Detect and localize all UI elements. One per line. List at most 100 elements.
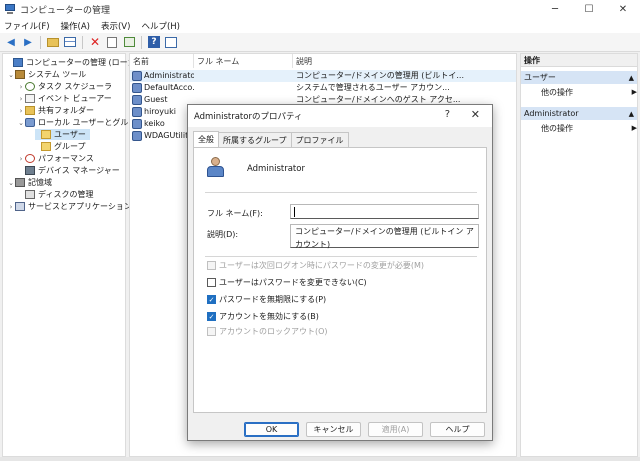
account-disabled-checkbox[interactable]: ✓ アカウントを無効にする(B) xyxy=(207,311,319,322)
column-header-description[interactable]: 説明 xyxy=(293,54,423,68)
action-group-users[interactable]: ユーザー ▲ xyxy=(521,71,637,84)
tree-event-viewer[interactable]: › イベント ビューアー xyxy=(17,93,112,104)
submenu-arrow-icon: ▶ xyxy=(631,88,637,96)
expand-chevron-icon[interactable]: › xyxy=(17,107,25,115)
folder-up-icon xyxy=(47,37,59,47)
dialog-title: Administratorのプロパティ xyxy=(194,112,303,122)
cannot-change-password-checkbox[interactable]: ユーザーはパスワードを変更できない(C) xyxy=(207,277,367,288)
fullname-label: フル ネーム(F): xyxy=(207,209,263,218)
menu-file[interactable]: ファイル(F) xyxy=(4,20,50,32)
user-account-icon xyxy=(205,157,227,179)
close-window-button[interactable]: ✕ xyxy=(606,0,640,18)
users-icon xyxy=(25,118,35,127)
event-viewer-icon xyxy=(25,94,35,103)
expand-chevron-icon[interactable]: › xyxy=(17,83,25,91)
menu-view[interactable]: 表示(V) xyxy=(101,20,130,32)
horizontal-scrollbar[interactable] xyxy=(0,457,640,461)
action-group-administrator[interactable]: Administrator ▲ xyxy=(521,107,637,120)
user-icon xyxy=(132,119,142,129)
more-actions-users[interactable]: 他の操作 ▶ xyxy=(541,86,637,98)
action-pane-title: 操作 xyxy=(521,54,637,67)
tree-system-tools[interactable]: ⌄ システム ツール xyxy=(7,69,86,80)
performance-icon xyxy=(25,154,35,163)
menu-help[interactable]: ヘルプ(H) xyxy=(141,20,180,32)
tree-services-apps[interactable]: › サービスとアプリケーション xyxy=(7,201,132,212)
show-hide-tree-button[interactable] xyxy=(63,35,77,49)
collapse-chevron-icon[interactable]: ⌄ xyxy=(7,179,15,187)
tree-groups[interactable]: グループ xyxy=(35,141,86,152)
collapse-chevron-icon[interactable]: ⌄ xyxy=(7,71,15,79)
back-arrow-icon[interactable]: ◀ xyxy=(4,35,18,49)
account-locked-out-checkbox[interactable]: アカウントのロックアウト(O) xyxy=(207,326,328,337)
storage-icon xyxy=(15,178,25,187)
submenu-arrow-icon: ▶ xyxy=(631,124,637,132)
help-icon: ? xyxy=(148,36,160,48)
user-icon xyxy=(132,95,142,105)
shared-folder-icon xyxy=(25,106,35,115)
password-never-expires-checkbox[interactable]: ✓ パスワードを無期限にする(P) xyxy=(207,294,326,305)
more-actions-administrator[interactable]: 他の操作 ▶ xyxy=(541,122,637,134)
action-pane-button[interactable] xyxy=(164,35,178,49)
delete-icon[interactable]: ✕ xyxy=(88,35,102,49)
tab-member-of[interactable]: 所属するグループ xyxy=(218,132,292,147)
forward-arrow-icon[interactable]: ▶ xyxy=(21,35,35,49)
services-icon xyxy=(15,202,25,211)
description-label: 説明(D): xyxy=(207,230,239,239)
tools-icon xyxy=(15,70,25,79)
divider xyxy=(205,256,477,257)
tree-task-scheduler[interactable]: › タスク スケジューラ xyxy=(17,81,112,92)
checkbox-box xyxy=(207,327,216,336)
collapse-triangle-icon[interactable]: ▲ xyxy=(629,110,634,118)
fullname-field[interactable] xyxy=(290,204,479,219)
tree-device-manager[interactable]: デバイス マネージャー xyxy=(17,165,120,176)
minimize-button[interactable]: ─ xyxy=(538,0,572,18)
must-change-password-checkbox[interactable]: ユーザーは次回ログオン時にパスワードの変更が必要(M) xyxy=(207,260,424,271)
toolbar-separator xyxy=(82,35,83,49)
dialog-help-button[interactable]: ? xyxy=(445,109,450,120)
device-manager-icon xyxy=(25,166,35,175)
expand-chevron-icon[interactable]: › xyxy=(17,95,25,103)
checkmark-icon: ✓ xyxy=(207,312,216,321)
tab-general[interactable]: 全般 xyxy=(193,131,219,147)
dialog-help-action-button[interactable]: ヘルプ xyxy=(430,422,485,437)
checkmark-icon: ✓ xyxy=(207,295,216,304)
description-field[interactable]: コンピューター/ドメインの管理用 (ビルトイン アカウント) xyxy=(290,224,479,249)
ok-button[interactable]: OK xyxy=(244,422,299,437)
action-pane: 操作 ユーザー ▲ 他の操作 ▶ Administrator ▲ 他の操作 ▶ xyxy=(520,53,638,457)
general-tab-panel: Administrator フル ネーム(F): 説明(D): コンピューター/… xyxy=(193,147,487,413)
pane-icon xyxy=(165,36,177,48)
tree-performance[interactable]: › パフォーマンス xyxy=(17,153,94,164)
export-list-button[interactable] xyxy=(122,35,136,49)
checkbox-box xyxy=(207,261,216,270)
up-folder-button[interactable] xyxy=(46,35,60,49)
collapse-chevron-icon[interactable]: ⌄ xyxy=(17,119,25,127)
user-icon xyxy=(132,83,142,93)
clock-icon xyxy=(25,82,35,91)
table-row[interactable]: Administrator コンピューター/ドメインの管理用 (ビルトイ... xyxy=(130,70,516,82)
tree-disk-management[interactable]: ディスクの管理 xyxy=(17,189,93,200)
text-caret xyxy=(294,207,295,217)
tree-root[interactable]: コンピューターの管理 (ローカル) xyxy=(5,57,147,68)
expand-chevron-icon[interactable]: › xyxy=(17,155,25,163)
user-icon xyxy=(132,71,142,81)
apply-button[interactable]: 適用(A) xyxy=(368,422,423,437)
maximize-button[interactable]: ☐ xyxy=(572,0,606,18)
tree-storage[interactable]: ⌄ 記憶域 xyxy=(7,177,52,188)
export-icon xyxy=(123,37,135,47)
tree-local-users[interactable]: ⌄ ローカル ユーザーとグループ xyxy=(17,117,144,128)
tab-profile[interactable]: プロファイル xyxy=(290,132,349,147)
user-icon xyxy=(132,107,142,117)
dialog-close-button[interactable]: ✕ xyxy=(471,108,480,121)
collapse-triangle-icon[interactable]: ▲ xyxy=(629,74,634,82)
help-button[interactable]: ? xyxy=(147,35,161,49)
tree-users[interactable]: ユーザー xyxy=(35,129,90,140)
user-icon xyxy=(132,131,142,141)
menu-action[interactable]: 操作(A) xyxy=(61,20,90,32)
expand-chevron-icon[interactable]: › xyxy=(7,203,15,211)
tree-shared-folders[interactable]: › 共有フォルダー xyxy=(17,105,94,116)
table-row[interactable]: DefaultAcco... システムで管理されるユーザー アカウン... xyxy=(130,82,516,94)
cancel-button[interactable]: キャンセル xyxy=(306,422,361,437)
column-header-fullname[interactable]: フル ネーム xyxy=(194,54,293,68)
column-header-name[interactable]: 名前 xyxy=(130,54,194,68)
properties-button[interactable] xyxy=(105,35,119,49)
